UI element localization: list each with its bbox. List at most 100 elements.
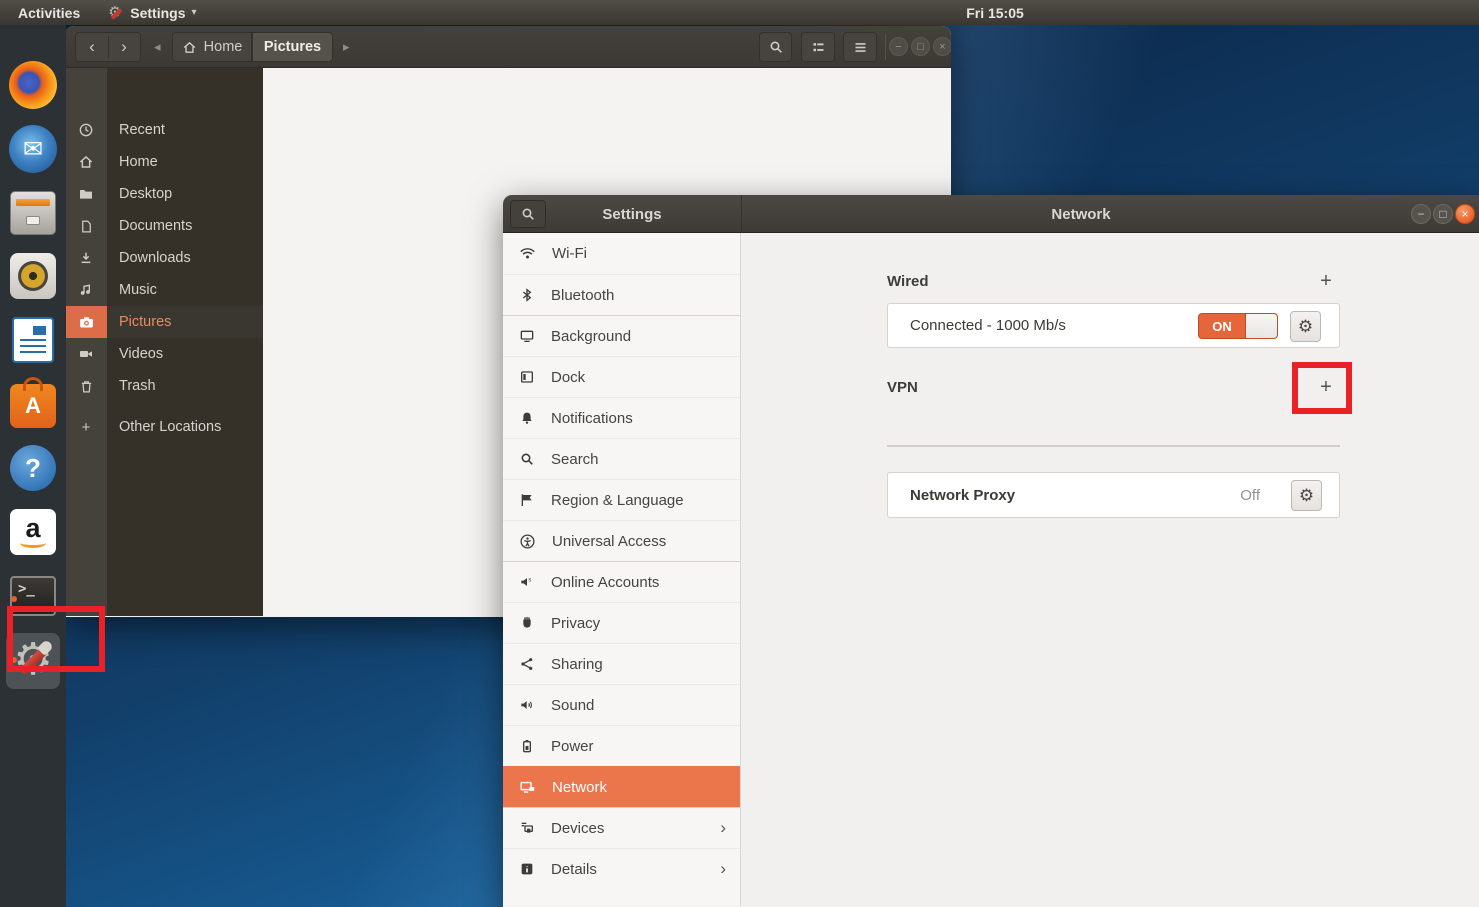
sidebar-item-online-accounts[interactable]: s Online Accounts [503, 561, 740, 602]
rhythmbox-icon [10, 253, 56, 299]
sidebar-item-dock[interactable]: Dock [503, 356, 740, 397]
sidebar-item-other-locations[interactable]: Other Locations [107, 411, 263, 443]
sidebar-item-notifications[interactable]: Notifications [503, 397, 740, 438]
home-icon[interactable] [65, 146, 107, 178]
sidebar-item-devices[interactable]: Devices › [503, 807, 740, 848]
sidebar-item-home[interactable]: Home [107, 146, 263, 178]
sidebar-item-network[interactable]: Network [503, 766, 740, 807]
maximize-button[interactable]: □ [1433, 204, 1453, 224]
devices-icon [519, 820, 535, 836]
sidebar-item-label: Sharing [551, 655, 603, 673]
sidebar-item-search[interactable]: Search [503, 438, 740, 479]
sidebar-item-bluetooth[interactable]: Bluetooth [503, 274, 740, 315]
sidebar-item-pictures[interactable]: Pictures [107, 306, 263, 338]
ubuntu-software-icon: A [10, 377, 56, 428]
dock-item-ubuntu-software[interactable]: A [9, 377, 57, 428]
wired-connection-row[interactable]: Connected - 1000 Mb/s ON ⚙ [887, 303, 1340, 348]
sidebar-item-privacy[interactable]: Privacy [503, 602, 740, 643]
sidebar-item-universal-access[interactable]: Universal Access [503, 520, 740, 561]
sidebar-item-label: Details [551, 860, 597, 878]
sidebar-item-power[interactable]: Power [503, 725, 740, 766]
sidebar-item-label: Wi-Fi [552, 245, 587, 262]
activities-button[interactable]: Activities [18, 5, 80, 21]
files-sidebar-icon-strip: + [65, 68, 107, 616]
sidebar-item-music[interactable]: Music [107, 274, 263, 306]
music-icon[interactable] [65, 274, 107, 306]
home-icon [182, 40, 197, 55]
network-proxy-row[interactable]: Network Proxy Off ⚙ [887, 472, 1340, 518]
close-button[interactable]: × [933, 37, 951, 56]
search-button[interactable] [759, 32, 792, 62]
sidebar-item-background[interactable]: Background [503, 315, 740, 356]
battery-icon [519, 738, 535, 754]
dock-item-thunderbird[interactable]: ✉ [9, 125, 57, 173]
hand-icon [519, 615, 535, 631]
vpn-section-title: VPN [887, 379, 918, 396]
sidebar-item-label: Search [551, 450, 599, 468]
back-button[interactable]: ‹ [76, 37, 108, 57]
dock-item-amazon[interactable]: a [9, 508, 57, 556]
sidebar-item-downloads[interactable]: Downloads [107, 242, 263, 274]
dock-item-libreoffice-writer[interactable] [9, 316, 57, 364]
sidebar-item-region-language[interactable]: Region & Language [503, 479, 740, 520]
plus-icon[interactable]: + [65, 411, 107, 443]
sidebar-item-wifi[interactable]: Wi-Fi [503, 233, 740, 274]
sidebar-item-sharing[interactable]: Sharing [503, 643, 740, 684]
dock-item-rhythmbox[interactable] [9, 252, 57, 300]
camera-icon[interactable] [65, 306, 107, 338]
sidebar-item-label: Region & Language [551, 491, 684, 509]
dock-item-firefox[interactable] [9, 61, 57, 109]
view-list-button[interactable] [801, 32, 835, 62]
breadcrumb-home[interactable]: Home [172, 32, 252, 62]
app-menu-settings[interactable]: ⚙ Settings ▾ [108, 4, 197, 21]
close-button[interactable]: × [1455, 204, 1475, 224]
dock-icon [519, 369, 535, 385]
sidebar-item-videos[interactable]: Videos [107, 338, 263, 370]
sidebar-item-label: Network [552, 778, 608, 796]
gear-icon: ⚙ [108, 4, 124, 21]
hamburger-icon [853, 40, 868, 55]
wired-settings-button[interactable]: ⚙ [1290, 311, 1321, 342]
minimize-button[interactable]: − [889, 37, 908, 56]
files-icon [10, 191, 56, 235]
sidebar-item-sound[interactable]: Sound [503, 684, 740, 725]
menu-button[interactable] [843, 32, 877, 62]
thunderbird-icon: ✉ [9, 125, 57, 173]
sidebar-item-label: Bluetooth [551, 286, 615, 304]
document-icon[interactable] [65, 210, 107, 242]
settings-title: Settings [602, 205, 662, 223]
clock-icon[interactable] [65, 114, 107, 146]
sidebar-item-label: Privacy [551, 614, 601, 632]
clock[interactable]: Fri 15:05 [940, 0, 1050, 25]
amazon-icon: a [10, 509, 56, 555]
forward-button[interactable]: › [108, 37, 140, 57]
maximize-button[interactable]: □ [911, 37, 930, 56]
breadcrumb-current-folder[interactable]: Pictures [252, 32, 333, 62]
chevron-down-icon: ▾ [191, 7, 197, 18]
sidebar-item-trash[interactable]: Trash [107, 370, 263, 402]
sidebar-item-documents[interactable]: Documents [107, 210, 263, 242]
proxy-settings-button[interactable]: ⚙ [1291, 480, 1322, 511]
folder-icon[interactable] [65, 178, 107, 210]
video-icon[interactable] [65, 338, 107, 370]
network-icon [519, 779, 536, 796]
wired-toggle[interactable]: ON [1198, 313, 1278, 339]
sidebar-item-recent[interactable]: Recent [107, 114, 263, 146]
wired-add-button[interactable]: + [1311, 266, 1341, 296]
bluetooth-icon [519, 287, 535, 303]
dock-item-files[interactable] [9, 189, 57, 237]
current-folder-label: Pictures [263, 39, 322, 55]
path-scroll-right-icon[interactable]: ▸ [343, 39, 350, 55]
download-icon[interactable] [65, 242, 107, 274]
sidebar-item-desktop[interactable]: Desktop [107, 178, 263, 210]
trash-icon[interactable] [65, 370, 107, 402]
sidebar-item-details[interactable]: Details › [503, 848, 740, 889]
history-nav: ‹ › [75, 32, 141, 62]
path-scroll-left-icon[interactable]: ◂ [154, 39, 161, 55]
minimize-button[interactable]: − [1411, 204, 1431, 224]
settings-sidebar: Wi-Fi Bluetooth Background Dock Notifica… [503, 233, 741, 906]
flag-icon [519, 492, 535, 508]
dock-item-help[interactable]: ? [9, 444, 57, 492]
share-icon [519, 656, 535, 672]
top-bar: Activities ⚙ Settings ▾ Fri 15:05 [0, 0, 1479, 25]
